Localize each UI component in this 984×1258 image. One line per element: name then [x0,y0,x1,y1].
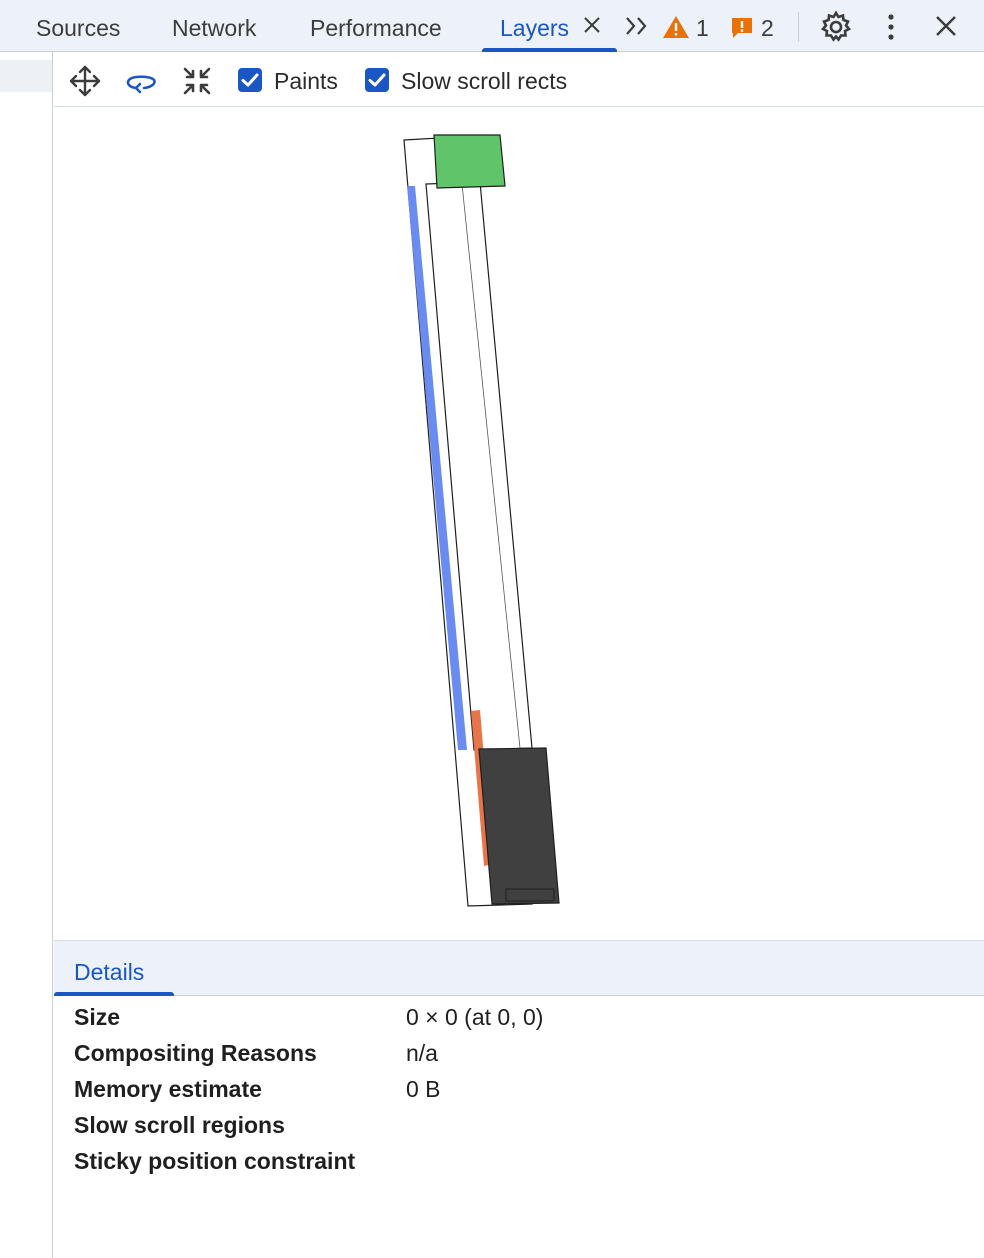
tab-layers[interactable]: Layers [500,0,569,52]
error-icon[interactable] [730,16,754,40]
detail-value: 0 B [406,1076,441,1102]
layers-3d-view[interactable] [54,108,984,940]
tab-network[interactable]: Network [172,0,256,52]
detail-key: Compositing Reasons [74,1040,317,1066]
selected-layer-row[interactable] [0,60,52,92]
settings-gear-icon[interactable] [819,10,853,44]
tab-sources[interactable]: Sources [36,0,120,52]
detail-key: Sticky position constraint [74,1148,356,1174]
detail-key: Size [74,1004,121,1030]
paints-checkbox[interactable] [238,68,262,92]
slow-scroll-rects-label[interactable]: Slow scroll rects [401,53,567,107]
checkmark-icon [241,73,259,87]
close-devtools-icon[interactable] [934,14,958,38]
checkmark-icon [368,73,386,87]
close-tab-icon[interactable] [581,14,603,36]
devtools-tab-bar: Sources Network Performance Layers 1 2 [0,0,984,52]
more-options-icon[interactable] [880,12,902,42]
pan-mode-icon[interactable] [68,64,102,98]
layers-3d-canvas[interactable] [54,108,984,940]
layer-paint-rect[interactable] [433,134,506,189]
details-tab-bar: Details [54,940,984,996]
paints-label[interactable]: Paints [274,53,338,107]
layers-toolbar: Paints Slow scroll rects [54,53,984,107]
warning-icon[interactable] [662,14,690,40]
active-tab-indicator [482,48,617,52]
toolbar-divider [798,12,799,42]
warning-count[interactable]: 1 [696,0,709,52]
detail-key: Slow scroll regions [74,1112,285,1138]
reset-view-icon[interactable] [180,64,214,98]
layer-dark-block[interactable] [478,747,560,905]
detail-value: n/a [406,1040,438,1066]
slow-scroll-rects-checkbox[interactable] [365,68,389,92]
detail-key: Memory estimate [74,1076,262,1102]
layer-tree-sidebar[interactable] [0,52,53,1258]
details-active-indicator [54,992,174,996]
tab-details[interactable]: Details [74,941,144,997]
more-tabs-chevron-icon[interactable] [624,14,652,38]
rotate-mode-icon[interactable] [124,64,158,98]
error-count[interactable]: 2 [761,0,774,52]
detail-value: 0 × 0 (at 0, 0) [406,1004,544,1030]
tab-performance[interactable]: Performance [310,0,442,52]
